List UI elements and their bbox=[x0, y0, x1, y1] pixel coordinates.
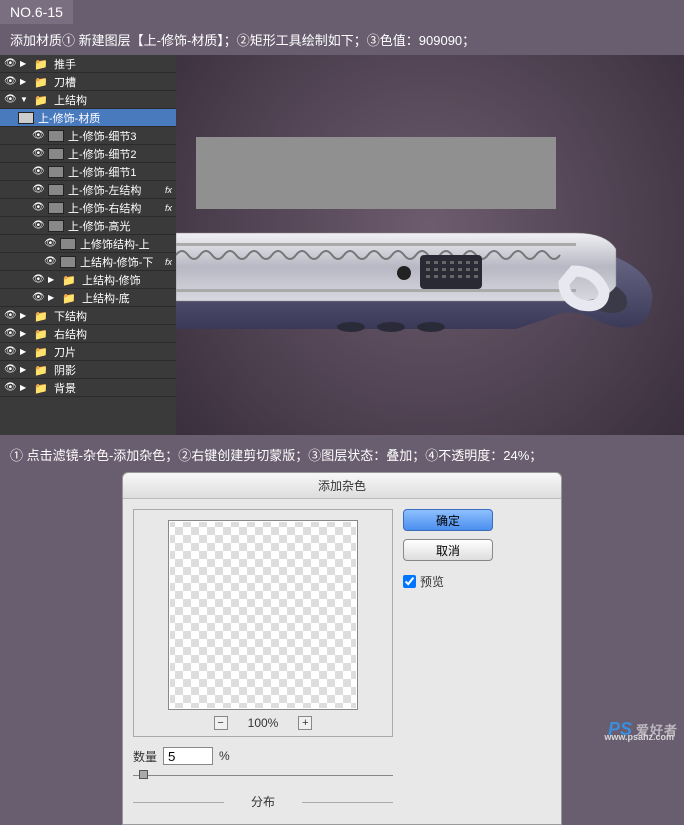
visibility-icon[interactable]: 👁 bbox=[32, 220, 44, 231]
ok-button[interactable]: 确定 bbox=[403, 509, 493, 531]
visibility-icon[interactable]: 👁 bbox=[32, 292, 44, 303]
fx-badge[interactable]: fx bbox=[165, 203, 172, 213]
layers-panel: 👁▶📁推手 👁▶📁刀槽 👁▼📁上结构 上-修饰-材质 👁上-修饰-细节3 👁上-… bbox=[0, 55, 176, 435]
visibility-icon[interactable]: 👁 bbox=[4, 382, 16, 393]
layer-row[interactable]: 👁▶📁阴影 bbox=[0, 361, 176, 379]
folder-icon: 📁 bbox=[62, 292, 78, 304]
layer-row[interactable]: 👁上-修饰-细节1 bbox=[0, 163, 176, 181]
layer-thumbnail bbox=[48, 184, 64, 196]
layer-row[interactable]: 👁上-修饰-右结构fx bbox=[0, 199, 176, 217]
add-noise-dialog: 添加杂色 − 100% + 数量 % 分布 确定 bbox=[122, 472, 562, 825]
layer-row[interactable]: 👁▶📁刀槽 bbox=[0, 73, 176, 91]
visibility-icon[interactable]: 👁 bbox=[32, 148, 44, 159]
noise-preview bbox=[168, 520, 358, 710]
layer-thumbnail bbox=[60, 256, 76, 268]
folder-icon: 📁 bbox=[34, 76, 50, 88]
layer-row[interactable]: 👁▶📁推手 bbox=[0, 55, 176, 73]
layer-row[interactable]: 👁上-修饰-左结构fx bbox=[0, 181, 176, 199]
layer-thumbnail bbox=[48, 130, 64, 142]
fx-badge[interactable]: fx bbox=[165, 257, 172, 267]
visibility-icon[interactable]: 👁 bbox=[32, 202, 44, 213]
folder-icon: 📁 bbox=[34, 94, 50, 106]
amount-unit: % bbox=[219, 749, 230, 763]
visibility-icon[interactable]: 👁 bbox=[4, 94, 16, 105]
amount-label: 数量 bbox=[133, 748, 157, 765]
folder-icon: 📁 bbox=[34, 328, 50, 340]
step-badge: NO.6-15 bbox=[0, 0, 73, 24]
zoom-in-button[interactable]: + bbox=[298, 716, 312, 730]
watermark: PS 爱好者 www.psahz.com bbox=[608, 719, 678, 740]
material-rectangle bbox=[196, 137, 556, 209]
dialog-title: 添加杂色 bbox=[123, 473, 561, 499]
amount-slider[interactable] bbox=[133, 769, 393, 785]
folder-icon: 📁 bbox=[62, 274, 78, 286]
preview-checkbox[interactable] bbox=[403, 575, 416, 588]
folder-icon: 📁 bbox=[34, 346, 50, 358]
folder-icon: 📁 bbox=[34, 382, 50, 394]
visibility-icon[interactable]: 👁 bbox=[32, 184, 44, 195]
instruction-line-1: 添加材质① 新建图层【上-修饰-材质】；②矩形工具绘制如下；③色值：909090… bbox=[0, 24, 684, 55]
folder-icon: 📁 bbox=[34, 364, 50, 376]
visibility-icon[interactable]: 👁 bbox=[4, 58, 16, 69]
layer-thumbnail bbox=[48, 220, 64, 232]
layer-row[interactable]: 👁上-修饰-细节3 bbox=[0, 127, 176, 145]
layer-row[interactable]: 👁▶📁下结构 bbox=[0, 307, 176, 325]
layer-row[interactable]: 👁上-修饰-高光 bbox=[0, 217, 176, 235]
cancel-button[interactable]: 取消 bbox=[403, 539, 493, 561]
slider-handle[interactable] bbox=[139, 770, 148, 779]
layer-thumbnail bbox=[48, 202, 64, 214]
layer-row[interactable]: 👁▶📁背景 bbox=[0, 379, 176, 397]
zoom-value: 100% bbox=[248, 716, 279, 730]
visibility-icon[interactable]: 👁 bbox=[32, 166, 44, 177]
instruction-line-2: ① 点击滤镜-杂色-添加杂色；②右键创建剪切蒙版；③图层状态：叠加；④不透明度：… bbox=[0, 435, 684, 472]
canvas-area bbox=[176, 55, 684, 435]
layer-row[interactable]: 👁▶📁上结构-底 bbox=[0, 289, 176, 307]
folder-icon: 📁 bbox=[34, 310, 50, 322]
layer-row[interactable]: 👁▶📁右结构 bbox=[0, 325, 176, 343]
visibility-icon[interactable]: 👁 bbox=[32, 274, 44, 285]
visibility-icon[interactable]: 👁 bbox=[4, 364, 16, 375]
zoom-out-button[interactable]: − bbox=[214, 716, 228, 730]
distribute-label: 分布 bbox=[133, 793, 393, 810]
layer-row[interactable]: 👁上结构-修饰-下fx bbox=[0, 253, 176, 271]
layer-thumbnail bbox=[18, 112, 34, 124]
layer-row[interactable]: 👁上修饰结构-上 bbox=[0, 235, 176, 253]
layer-thumbnail bbox=[48, 166, 64, 178]
visibility-icon[interactable]: 👁 bbox=[32, 130, 44, 141]
layer-row-selected[interactable]: 上-修饰-材质 bbox=[0, 109, 176, 127]
visibility-icon[interactable]: 👁 bbox=[4, 310, 16, 321]
preview-checkbox-row[interactable]: 预览 bbox=[403, 573, 493, 590]
visibility-icon[interactable]: 👁 bbox=[4, 76, 16, 87]
visibility-icon[interactable]: 👁 bbox=[4, 346, 16, 357]
folder-icon: 📁 bbox=[34, 58, 50, 70]
visibility-icon[interactable]: 👁 bbox=[4, 328, 16, 339]
fx-badge[interactable]: fx bbox=[165, 185, 172, 195]
layer-row[interactable]: 👁▶📁刀片 bbox=[0, 343, 176, 361]
visibility-icon[interactable]: 👁 bbox=[44, 256, 56, 267]
knife-illustration bbox=[176, 201, 666, 341]
layer-row[interactable]: 👁上-修饰-细节2 bbox=[0, 145, 176, 163]
layer-row[interactable]: 👁▶📁上结构-修饰 bbox=[0, 271, 176, 289]
layer-row[interactable]: 👁▼📁上结构 bbox=[0, 91, 176, 109]
layer-thumbnail bbox=[60, 238, 76, 250]
visibility-icon[interactable]: 👁 bbox=[44, 238, 56, 249]
preview-label: 预览 bbox=[420, 573, 444, 590]
layer-thumbnail bbox=[48, 148, 64, 160]
amount-input[interactable] bbox=[163, 747, 213, 765]
